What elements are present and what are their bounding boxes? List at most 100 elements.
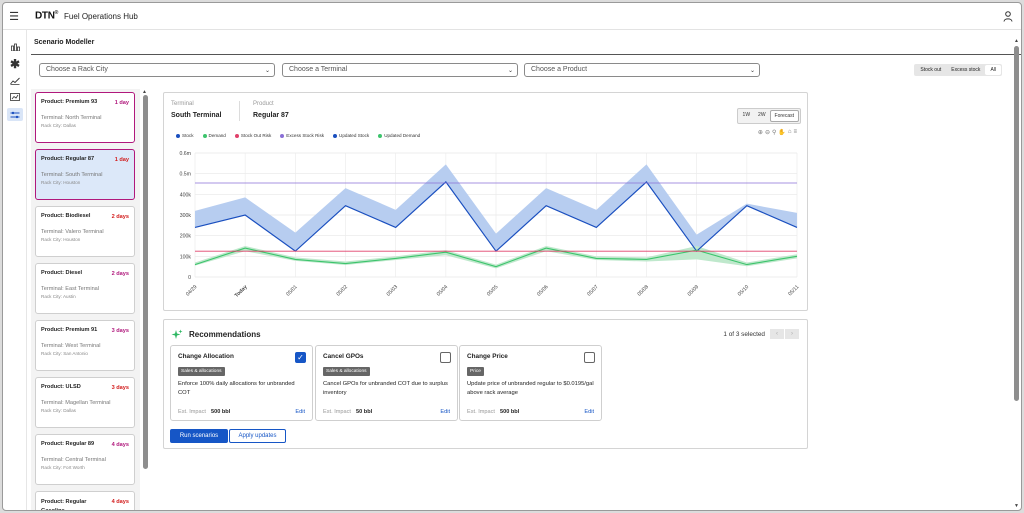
- main-scrollbar[interactable]: [1014, 46, 1019, 401]
- next-page-icon[interactable]: ›: [785, 329, 799, 339]
- main-scroll-up-icon[interactable]: ▲: [1014, 38, 1019, 44]
- select-checkbox[interactable]: [440, 352, 451, 363]
- select-checkbox[interactable]: [584, 352, 595, 363]
- list-item[interactable]: Product: Regular Gasoline 4 days: [35, 491, 135, 510]
- legend-excess-stock-risk[interactable]: Excess Stock Risk: [280, 133, 324, 138]
- list-item[interactable]: Product: ULSD 3 days Terminal: Magellan …: [35, 377, 135, 428]
- x-tick-label: 05/10: [737, 284, 751, 298]
- apply-updates-button[interactable]: Apply updates: [229, 429, 286, 443]
- x-tick-label: 04/29: [185, 284, 199, 298]
- recommendation-title: Change Allocation: [178, 353, 234, 360]
- previous-page-icon[interactable]: ‹: [770, 329, 784, 339]
- impact-label: Est. Impact: [178, 409, 206, 415]
- stock-filter-toggle: Stock out Excess stock All: [914, 64, 1002, 76]
- user-icon[interactable]: [1003, 11, 1013, 22]
- recommendation-card[interactable]: Change Price Price Update price of unbra…: [459, 345, 602, 421]
- impact-value: 500 bbl: [211, 409, 231, 415]
- x-tick-label: 05/06: [536, 284, 550, 298]
- legend-updated-stock[interactable]: Updated Stock: [333, 133, 369, 138]
- recommendation-pager: ‹ ›: [770, 329, 799, 339]
- run-scenarios-button[interactable]: Run scenarios: [170, 429, 228, 443]
- y-tick-label: 200k: [180, 234, 192, 240]
- list-item-terminal: Terminal: North Terminal: [41, 115, 102, 121]
- logo: DTN®: [35, 10, 59, 22]
- select-checkbox[interactable]: ✓: [295, 352, 306, 363]
- x-tick-label: 05/02: [335, 284, 349, 298]
- sparkle-icon: [171, 329, 183, 339]
- hamburger-menu-icon[interactable]: ☰: [3, 10, 25, 23]
- list-item[interactable]: Product: Premium 93 1 day Terminal: Nort…: [35, 92, 135, 143]
- impact-value: 50 bbl: [356, 409, 373, 415]
- impact-value: 500 bbl: [500, 409, 520, 415]
- magnify-icon[interactable]: ⚲: [772, 129, 776, 136]
- list-item-city: Rack City: Houston: [41, 180, 81, 185]
- main-scroll-down-icon[interactable]: ▼: [1014, 503, 1019, 509]
- list-scrollbar[interactable]: [143, 95, 148, 469]
- y-tick-label: 300k: [180, 213, 192, 219]
- chart-legend: Stock Demand Stock Out Risk Excess Stock…: [176, 133, 420, 138]
- product-value: Regular 87: [253, 112, 289, 119]
- range-1w-button[interactable]: 1W: [739, 110, 755, 122]
- excess-stock-filter[interactable]: Excess stock: [946, 65, 985, 75]
- list-item-city: Rack City: San Antonio: [41, 351, 88, 356]
- left-nav-rail: ✱: [3, 30, 27, 510]
- list-item-selected[interactable]: Product: Regular 87 1 day Terminal: Sout…: [35, 149, 135, 200]
- terminal-label: Terminal: [171, 101, 194, 107]
- x-tick-label: 05/05: [486, 284, 500, 298]
- x-tick-label: Today: [234, 284, 249, 299]
- list-item[interactable]: Product: Regular 89 4 days Terminal: Cen…: [35, 434, 135, 485]
- asterisk-icon[interactable]: ✱: [7, 57, 23, 71]
- recommendation-card[interactable]: Cancel GPOs Sales & allocations Cancel G…: [315, 345, 458, 421]
- edit-link[interactable]: Edit: [584, 409, 594, 415]
- y-tick-label: 0: [188, 275, 191, 281]
- terminal-select[interactable]: Choose a Terminal ⌄: [282, 63, 518, 77]
- bar-chart-icon[interactable]: [7, 40, 23, 53]
- list-item-terminal: Terminal: West Terminal: [41, 343, 101, 349]
- list-item-terminal: Terminal: Central Terminal: [41, 457, 106, 463]
- scenario-sliders-icon[interactable]: [7, 108, 23, 121]
- range-forecast-button[interactable]: Forecast: [769, 110, 799, 122]
- list-item-days: 1 day: [114, 157, 129, 163]
- legend-demand[interactable]: Demand: [202, 133, 226, 138]
- list-item[interactable]: Product: Biodiesel 2 days Terminal: Vale…: [35, 206, 135, 257]
- list-item-city: Rack City: Fort Worth: [41, 465, 85, 470]
- app-title: Fuel Operations Hub: [64, 11, 138, 21]
- list-item-terminal: Terminal: South Terminal: [41, 172, 103, 178]
- list-item-terminal: Terminal: Magellan Terminal: [41, 400, 111, 406]
- list-item-city: Rack City: Dallas: [41, 123, 76, 128]
- list-item-days: 2 days: [111, 271, 129, 277]
- zoom-in-icon[interactable]: ⊕: [758, 129, 763, 136]
- menu-icon[interactable]: ≡: [793, 129, 797, 136]
- recommendation-description: Enforce 100% daily allocations for unbra…: [178, 381, 295, 396]
- edit-link[interactable]: Edit: [440, 409, 450, 415]
- legend-stock-out-risk[interactable]: Stock Out Risk: [234, 133, 271, 138]
- forecast-chart-panel: Terminal South Terminal Product Regular …: [163, 92, 808, 311]
- list-item[interactable]: Product: Diesel 2 days Terminal: East Te…: [35, 263, 135, 314]
- x-tick-label: 05/08: [636, 284, 650, 298]
- range-toggle: 1W 2W Forecast: [736, 108, 801, 124]
- recommendation-title: Cancel GPOs: [323, 353, 364, 360]
- stock-out-filter[interactable]: Stock out: [915, 65, 946, 75]
- range-2w-button[interactable]: 2W: [754, 110, 770, 122]
- recommendation-description: Update price of unbranded regular to $0.…: [467, 381, 594, 396]
- trend-chart-icon[interactable]: [7, 74, 23, 87]
- pan-hand-icon[interactable]: ✋: [778, 129, 785, 136]
- zoom-out-icon[interactable]: ⊖: [765, 129, 770, 136]
- rack-city-select[interactable]: Choose a Rack City ⌄: [39, 63, 275, 77]
- x-tick-label: 05/03: [386, 284, 400, 298]
- product-select[interactable]: Choose a Product ⌄: [524, 63, 760, 77]
- list-item-days: 3 days: [111, 328, 129, 334]
- legend-updated-demand[interactable]: Updated Demand: [378, 133, 420, 138]
- page-title: Scenario Modeller: [34, 39, 95, 46]
- recommendation-card[interactable]: Change Allocation ✓ Sales & allocations …: [170, 345, 313, 421]
- edit-link[interactable]: Edit: [295, 409, 305, 415]
- product-label: Product: [253, 101, 274, 107]
- home-icon[interactable]: ⌂: [788, 129, 792, 136]
- legend-stock[interactable]: Stock: [176, 133, 194, 138]
- all-filter[interactable]: All: [985, 65, 1001, 75]
- report-chart-icon[interactable]: [7, 91, 23, 104]
- category-tag: Price: [467, 367, 484, 376]
- list-item[interactable]: Product: Premium 91 3 days Terminal: Wes…: [35, 320, 135, 371]
- product-list: Product: Premium 93 1 day Terminal: Nort…: [31, 89, 140, 510]
- forecast-chart: 0 100k 200k 300k 400k 0.5m 0.6m 04/29 Today 05/01…: [179, 151, 800, 299]
